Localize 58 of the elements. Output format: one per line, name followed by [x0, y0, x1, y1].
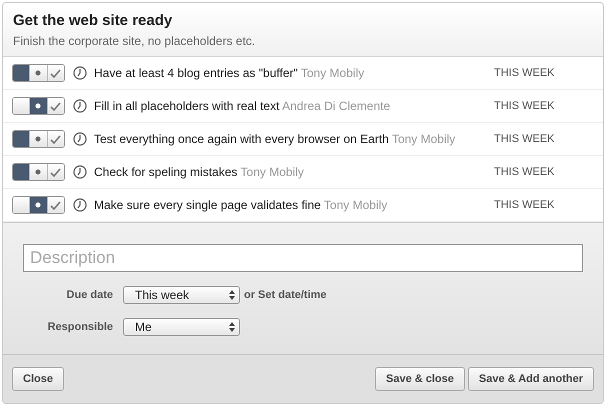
toggle-segment[interactable]: [13, 65, 30, 81]
toggle-segment[interactable]: [13, 164, 30, 180]
select-arrows-icon: [229, 322, 235, 332]
dot-icon: [35, 169, 42, 175]
toggle-segment[interactable]: [13, 197, 30, 213]
description-field[interactable]: Description: [23, 244, 583, 272]
check-icon: [50, 134, 62, 144]
toggle-segment[interactable]: [46, 65, 64, 81]
toggle-segment[interactable]: [46, 131, 64, 147]
dot-icon: [35, 136, 42, 142]
field-label: Due date: [66, 289, 113, 301]
check-icon: [50, 168, 62, 176]
dot-icon: [35, 202, 42, 208]
due-label: THIS WEEK: [494, 100, 555, 112]
toggle-segment[interactable]: [13, 98, 30, 114]
status-toggle[interactable]: [12, 196, 65, 214]
due-label: THIS WEEK: [494, 133, 555, 145]
due-label: THIS WEEK: [494, 67, 555, 79]
close-button[interactable]: Close: [12, 367, 64, 391]
save-close-button[interactable]: Save & close: [375, 367, 465, 391]
toggle-segment[interactable]: [29, 131, 47, 147]
save-add-button[interactable]: Save & Add another: [468, 367, 594, 391]
toggle-segment[interactable]: [46, 197, 64, 213]
status-toggle[interactable]: [12, 97, 65, 115]
dialog-subtitle: Finish the corporate site, no placeholders etc.: [13, 34, 256, 48]
clock-icon[interactable]: [73, 99, 87, 113]
task-text: Make sure every single page validates fine Tony Mobily: [94, 198, 388, 212]
select-arrows-icon: [229, 290, 235, 300]
toggle-segment[interactable]: [29, 98, 47, 114]
dialog-title: Get the web site ready: [13, 12, 174, 29]
toggle-segment[interactable]: [46, 164, 64, 180]
due-label: THIS WEEK: [494, 166, 555, 178]
set-date-link[interactable]: or Set date/time: [244, 289, 327, 301]
status-toggle[interactable]: [12, 163, 65, 181]
responsible-select[interactable]: Me: [123, 318, 240, 336]
toggle-segment[interactable]: [29, 164, 47, 180]
field-label: Responsible: [46, 321, 113, 333]
due-date-select[interactable]: This week: [123, 286, 240, 304]
toggle-segment[interactable]: [13, 131, 30, 147]
toggle-segment[interactable]: [46, 98, 64, 114]
toggle-segment[interactable]: [29, 65, 47, 81]
check-icon: [50, 200, 62, 210]
task-text: Fill in all placeholders with real text Andrea Di Clemente: [94, 99, 392, 113]
task-text: Have at least 4 blog entries as "buffer" Tony Mobily: [94, 66, 366, 80]
clock-icon[interactable]: [73, 198, 87, 212]
task-text: Check for speling mistakes Tony Mobily: [94, 165, 305, 179]
clock-icon[interactable]: [73, 165, 87, 179]
status-toggle[interactable]: [12, 64, 65, 82]
check-icon: [50, 68, 62, 78]
status-toggle[interactable]: [12, 130, 65, 148]
clock-icon[interactable]: [73, 66, 87, 80]
task-text: Test everything once again with every browser on Earth Tony Mobily: [94, 132, 456, 146]
check-icon: [50, 102, 62, 110]
clock-icon[interactable]: [73, 132, 87, 146]
due-label: THIS WEEK: [494, 199, 555, 211]
dot-icon: [35, 103, 42, 109]
toggle-segment[interactable]: [29, 197, 47, 213]
dot-icon: [35, 70, 42, 76]
